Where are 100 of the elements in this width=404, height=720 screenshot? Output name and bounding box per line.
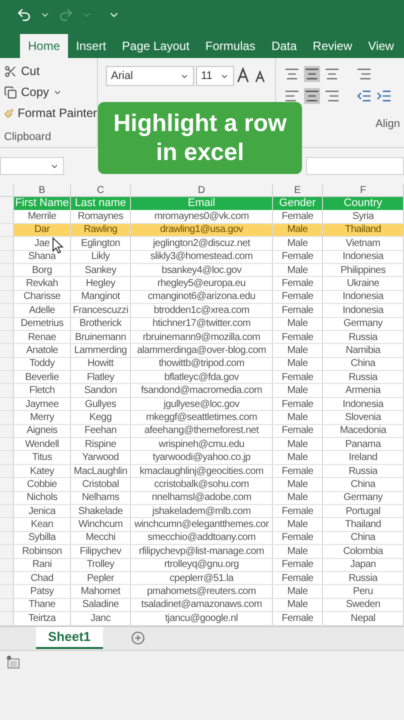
table-cell: Chad xyxy=(14,572,71,584)
row-header[interactable] xyxy=(0,598,14,612)
row-header[interactable] xyxy=(0,304,14,317)
table-row[interactable]: Beverlie Flatley bflatleyc@fda.gov Female Russia xyxy=(0,371,404,384)
align-bottom-icon[interactable] xyxy=(324,66,340,82)
row-header[interactable] xyxy=(0,277,14,290)
table-cell: Trolley xyxy=(71,558,131,571)
table-row[interactable]: Demetrius Brotherick htichner17@twitter.com Male Germany xyxy=(0,318,404,331)
name-box[interactable] xyxy=(0,157,64,175)
table-cell: China xyxy=(323,532,404,544)
table-row[interactable]: Shana Likly slikly3@homestead.com Female Indonesia xyxy=(0,250,404,264)
table-row[interactable]: Merrile Romaynes mromaynes0@vk.com Female Syria xyxy=(0,210,404,224)
row-header[interactable] xyxy=(0,518,14,531)
table-row[interactable]: Aigneis Feehan afeehang@themeforest.net Female Macedonia xyxy=(0,424,404,438)
row-header[interactable] xyxy=(0,330,14,344)
row-header[interactable] xyxy=(0,424,14,438)
table-row[interactable]: Rani Trolley rtrolleyq@gnu.org Female Japan xyxy=(0,558,404,572)
ribbon-tab[interactable]: Data xyxy=(263,34,305,58)
row-header[interactable] xyxy=(0,572,14,584)
table-row[interactable]: Toddy Howitt thowittb@tripod.com Male China xyxy=(0,358,404,372)
row-header[interactable] xyxy=(0,224,14,236)
row-header[interactable] xyxy=(0,290,14,304)
sheet-tab[interactable]: Sheet1 xyxy=(36,626,103,648)
row-header[interactable] xyxy=(0,318,14,330)
table-cell: ccristobalk@sohu.com xyxy=(131,478,273,491)
table-cell: btrodden1c@xrea.com xyxy=(131,304,273,317)
table-row[interactable]: Renae Bruinemann rbruinemann9@mozilla.com Female Russia xyxy=(0,330,404,344)
table-row[interactable]: Merry Kegg mkeggf@seattletimes.com Male Slovenia xyxy=(0,411,404,425)
table-row[interactable]: Wendell Rispine wrispineh@cmu.edu Male Panama xyxy=(0,438,404,452)
ribbon-tab[interactable]: Home xyxy=(20,34,68,58)
table-cell: rfilipychevp@list-manage.com xyxy=(131,545,273,558)
row-header[interactable] xyxy=(0,210,14,223)
table-row[interactable]: Kean Winchcum winchcumn@elegantthemes.cor Male Thailand xyxy=(0,518,404,532)
increase-indent-icon[interactable] xyxy=(376,88,392,104)
ribbon-tab[interactable]: Formulas xyxy=(197,34,264,58)
table-row[interactable]: Borg Sankey bsankey4@loc.gov Male Philippines xyxy=(0,264,404,278)
highlighted-row[interactable]: Dar Rawling drawling1@usa.gov Male Thailand xyxy=(0,224,404,238)
align-middle-icon[interactable] xyxy=(304,66,320,82)
table-cell: Saladine xyxy=(71,598,131,612)
align-right-icon[interactable] xyxy=(324,88,340,104)
ribbon-tab[interactable]: Review xyxy=(304,34,360,58)
table-row[interactable]: Cobbie Cristobal ccristobalk@sohu.com Male China xyxy=(0,478,404,492)
row-header[interactable] xyxy=(0,371,14,384)
format-painter-button[interactable]: Format Painter xyxy=(4,104,97,122)
table-row[interactable]: Thane Saladine tsaladinet@amazonaws.com Male Sweden xyxy=(0,598,404,612)
table-row[interactable]: Robinson Filipychev rfilipychevp@list-manage.com Male Colombia xyxy=(0,545,404,559)
decrease-indent-icon[interactable] xyxy=(356,88,372,104)
table-cell: Portugal xyxy=(323,504,404,518)
table-row[interactable]: Nichols Nelhams nnelhamsl@adobe.com Male Germany xyxy=(0,492,404,505)
row-header[interactable] xyxy=(0,264,14,276)
row-header[interactable] xyxy=(0,411,14,424)
table-row[interactable]: Jaymee Gullyes jgullyese@loc.gov Female Indonesia xyxy=(0,398,404,412)
row-header[interactable] xyxy=(0,612,14,624)
row-header[interactable] xyxy=(0,532,14,544)
table-row[interactable]: Charisse Manginot cmanginot6@arizona.edu Female Indonesia xyxy=(0,290,404,304)
font-name-field[interactable]: Arial xyxy=(106,66,194,86)
row-header[interactable] xyxy=(0,585,14,598)
formula-bar[interactable] xyxy=(306,157,404,175)
table-row[interactable]: Titus Yarwood tyarwoodi@yahoo.co.jp Male Ireland xyxy=(0,451,404,465)
cut-button[interactable]: Cut xyxy=(4,62,97,80)
macro-icon[interactable] xyxy=(6,654,20,668)
row-header[interactable] xyxy=(0,384,14,397)
table-row[interactable]: Jenica Shakelade jshakeladem@mlb.com Female Portugal xyxy=(0,504,404,518)
add-sheet-icon[interactable] xyxy=(130,630,145,644)
row-header[interactable] xyxy=(0,451,14,464)
align-center-icon[interactable] xyxy=(304,88,320,104)
table-row[interactable]: Adelle Francescuzzi btrodden1c@xrea.com Female Indonesia xyxy=(0,304,404,318)
row-header[interactable] xyxy=(0,237,14,250)
table-row[interactable]: Fletch Sandon fsandond@macromedia.com Male Armenia xyxy=(0,384,404,398)
row-header[interactable] xyxy=(0,558,14,571)
row-header[interactable] xyxy=(0,358,14,370)
redo-icon[interactable] xyxy=(58,7,74,23)
table-row[interactable]: Revkah Hegley rhegley5@europa.eu Female Ukraine xyxy=(0,277,404,291)
ribbon-tab[interactable]: View xyxy=(360,34,402,58)
ribbon-tab[interactable]: Page Layout xyxy=(114,34,198,58)
align-left-icon[interactable] xyxy=(284,88,300,104)
row-header[interactable] xyxy=(0,197,14,210)
align-top-icon[interactable] xyxy=(284,66,300,82)
table-cell: Mahomet xyxy=(71,585,131,598)
row-header[interactable] xyxy=(0,504,14,518)
row-header[interactable] xyxy=(0,478,14,491)
font-size-field[interactable]: 11 xyxy=(196,66,234,86)
table-row[interactable]: Katey MacLaughlin kmaclaughlinj@geocities.com Female Russia xyxy=(0,464,404,478)
row-header[interactable] xyxy=(0,438,14,450)
ribbon-tab[interactable]: Insert xyxy=(68,34,114,58)
row-header[interactable] xyxy=(0,398,14,410)
table-row[interactable]: Jae Eglington jeglington2@discuz.net Male Vietnam xyxy=(0,237,404,251)
table-row[interactable]: Anatole Lammerding alammerdinga@over-blog.com Male Namibia xyxy=(0,344,404,358)
row-header[interactable] xyxy=(0,250,14,263)
row-header[interactable] xyxy=(0,464,14,478)
row-header[interactable] xyxy=(0,344,14,357)
table-row[interactable]: Patsy Mahomet pmahomets@reuters.com Male Peru xyxy=(0,585,404,599)
row-header[interactable] xyxy=(0,545,14,558)
table-row[interactable]: Sybilla Mecchi smecchio@addtoany.com Female China xyxy=(0,532,404,546)
table-row[interactable]: Chad Pepler cpeplerr@51.la Female Russia xyxy=(0,572,404,586)
copy-button[interactable]: Copy xyxy=(4,83,97,101)
row-header[interactable] xyxy=(0,492,14,504)
table-row[interactable]: Teirtza Janc tjancu@google.nl Female Nepal xyxy=(0,612,404,626)
table-cell: tsaladinet@amazonaws.com xyxy=(131,598,273,612)
undo-icon[interactable] xyxy=(16,7,32,23)
